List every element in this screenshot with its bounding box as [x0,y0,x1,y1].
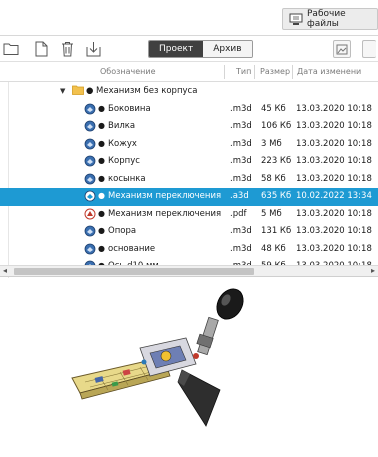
file-size: 106 Кб [261,121,292,131]
file-row[interactable]: ● Корпус .m3d 223 Кб 13.03.2020 10:18 [0,153,378,171]
file-date: 13.03.2020 10:18 [296,156,372,166]
file-size: 3 Мб [261,138,282,149]
file-date: 13.03.2020 10:18 [296,121,372,131]
assembly-icon [84,190,96,205]
file-type: .m3d [230,173,252,184]
image-view-icon-2[interactable] [362,40,376,58]
part-icon [84,173,96,188]
file-type: .m3d [230,243,252,254]
top-bar: Рабочие файлы [0,0,378,36]
tab-project[interactable]: Проект [149,41,204,57]
file-size: 223 Кб [261,156,292,166]
file-size: 131 Кб [261,226,292,236]
file-size: 45 Кб [261,103,286,114]
view-switch: Проект Архив [148,40,253,58]
gear-shift-mechanism-model [71,288,244,427]
status-dot: ● [98,156,105,165]
folder-label: Механизм без корпуса [96,86,198,96]
part-icon [84,103,96,118]
folder-open-icon[interactable] [2,40,20,58]
col-divider[interactable] [254,65,255,79]
file-date: 13.03.2020 10:18 [296,138,372,149]
col-divider[interactable] [292,65,293,79]
col-size[interactable]: Размер [260,67,290,76]
status-dot: ● [98,191,105,200]
scroll-right-icon[interactable]: ▸ [371,266,375,275]
column-header: Обозначение Тип Размер Дата изменени [0,62,378,82]
file-row[interactable]: ● Боковина .m3d 45 Кб 13.03.2020 10:18 [0,101,378,119]
file-size: 635 Кб [261,191,292,201]
horizontal-scrollbar[interactable]: ◂ ▸ [0,265,378,277]
file-type: .a3d [230,191,249,201]
new-file-icon[interactable] [32,40,50,58]
file-date: 13.03.2020 10:18 [296,208,372,219]
monitor-icon [289,13,303,25]
col-name[interactable]: Обозначение [100,67,156,76]
file-row[interactable]: ● Кожух .m3d 3 Мб 13.03.2020 10:18 [0,136,378,154]
status-dot: ● [86,86,94,96]
file-name: косынка [108,173,146,184]
file-name: основание [108,243,156,254]
file-name: Механизм переключения [108,208,222,219]
file-name: Корпус [108,156,140,166]
part-icon [84,243,96,258]
part-icon [84,138,96,153]
part-icon [84,225,96,240]
tab-archive[interactable]: Архив [203,41,252,57]
image-view-icon[interactable] [333,40,351,58]
download-icon[interactable] [84,40,102,58]
file-row[interactable]: ● Вилка .m3d 106 Кб 13.03.2020 10:18 [0,118,378,136]
file-row[interactable]: ● Механизм переключения .pdf 5 Мб 13.03.2020… [0,206,378,224]
file-name: Вилка [108,121,136,131]
file-row[interactable]: ● Опора .m3d 131 Кб 13.03.2020 10:18 [0,223,378,241]
model-preview[interactable] [0,278,378,457]
file-row[interactable]: ● основание .m3d 48 Кб 13.03.2020 10:18 [0,241,378,259]
file-type: .pdf [230,208,247,219]
file-date: 13.03.2020 10:18 [296,226,372,236]
file-date: 10.02.2022 13:34 [296,191,372,201]
file-size: 5 Мб [261,208,282,219]
file-type: .m3d [230,156,252,166]
file-size: 58 Кб [261,173,286,184]
file-row[interactable]: ● Механизм переключения .a3d 635 Кб 10.02.20… [0,188,378,206]
file-name: Опора [108,226,137,236]
file-type: .m3d [230,138,252,149]
folder-icon [72,85,84,98]
part-icon [84,120,96,135]
file-type: .m3d [230,121,252,131]
status-dot: ● [98,208,105,218]
file-date: 13.03.2020 10:18 [296,243,372,254]
toolbar: Проект Архив [0,36,378,62]
col-type[interactable]: Тип [236,67,251,76]
status-dot: ● [98,103,105,113]
col-divider[interactable] [224,65,225,79]
part-icon [84,155,96,170]
collapse-arrow-icon[interactable]: ▼ [60,87,65,95]
file-name: Механизм переключения [108,191,222,201]
status-dot: ● [98,226,105,235]
file-row[interactable]: ● косынка .m3d 58 Кб 13.03.2020 10:18 [0,171,378,189]
status-dot: ● [98,173,105,183]
status-dot: ● [98,121,105,130]
scrollbar-thumb[interactable] [14,268,254,275]
file-type: .m3d [230,226,252,236]
file-name: Кожух [108,138,137,149]
workspace-button[interactable]: Рабочие файлы [282,8,378,30]
file-size: 48 Кб [261,243,286,254]
col-modified[interactable]: Дата изменени [297,67,361,76]
scroll-left-icon[interactable]: ◂ [3,266,7,275]
status-dot: ● [98,243,105,253]
delete-icon[interactable] [58,40,76,58]
file-name: Боковина [108,103,151,114]
status-dot: ● [98,138,105,148]
pdf-icon [84,208,96,223]
folder-row[interactable]: ▼ ● Механизм без корпуса [0,83,378,101]
workspace-button-label: Рабочие файлы [307,9,346,29]
file-type: .m3d [230,103,252,114]
file-date: 13.03.2020 10:18 [296,173,372,184]
file-date: 13.03.2020 10:18 [296,103,372,114]
